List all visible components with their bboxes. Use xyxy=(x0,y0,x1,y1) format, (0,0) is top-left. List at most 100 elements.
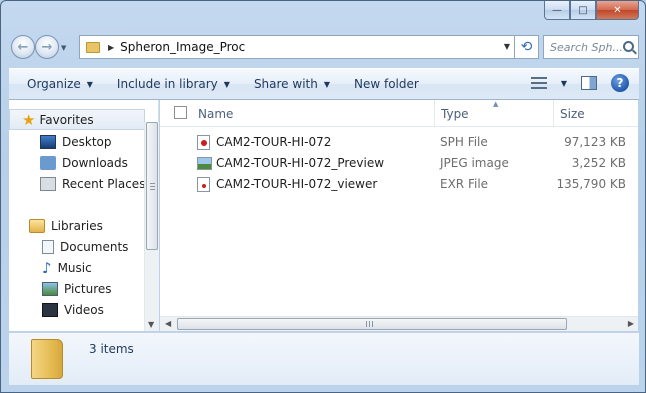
table-row[interactable]: CAM2-TOUR-HI-072_Preview JPEG image 3,25… xyxy=(160,153,638,174)
scroll-down-arrow-icon[interactable]: ▼ xyxy=(148,320,154,329)
file-size: 97,123 KB xyxy=(564,135,626,149)
column-header-size[interactable]: Size xyxy=(554,100,638,127)
new-folder-label: New folder xyxy=(354,77,419,91)
share-with-label: Share with xyxy=(253,77,318,91)
folder-icon xyxy=(31,339,63,379)
sidebar-item-label: Libraries xyxy=(51,218,103,233)
search-placeholder: Search Sph... xyxy=(550,40,623,54)
sidebar-item-favorites[interactable]: ★ Favorites xyxy=(9,109,145,130)
sidebar-item-label: Videos xyxy=(64,302,104,317)
include-in-library-label: Include in library xyxy=(116,77,218,91)
desktop-icon xyxy=(40,134,56,149)
minimize-button[interactable]: — xyxy=(544,1,570,20)
folder-icon xyxy=(86,41,100,53)
chevron-down-icon: ▼ xyxy=(323,79,330,89)
sidebar-item-documents[interactable]: Documents xyxy=(42,236,128,257)
sidebar-item-desktop[interactable]: Desktop xyxy=(40,131,112,152)
column-header-label: Name xyxy=(198,106,234,121)
sph-file-icon xyxy=(197,135,210,150)
column-header-type[interactable]: Type xyxy=(435,100,554,127)
navigation-pane: ★ Favorites Desktop Downloads Recent Pla… xyxy=(9,100,159,331)
sidebar-item-label: Documents xyxy=(60,239,129,254)
sidebar-item-music[interactable]: ♪ Music xyxy=(42,257,92,278)
pictures-icon xyxy=(42,281,58,296)
file-list: Name ▲ Type Size CAM2-TOUR-HI-072 SPH Fi… xyxy=(160,100,638,331)
file-type: EXR File xyxy=(440,177,489,191)
item-count-status: 3 items xyxy=(89,342,134,356)
jpeg-file-icon xyxy=(197,157,212,170)
chevron-down-icon: ▼ xyxy=(86,79,93,89)
sidebar-item-recent-places[interactable]: Recent Places xyxy=(40,173,145,194)
breadcrumb-current-folder[interactable]: Spheron_Image_Proc xyxy=(120,40,245,54)
chevron-down-icon: ▼ xyxy=(223,79,230,89)
file-name: CAM2-TOUR-HI-072_Preview xyxy=(216,156,385,170)
scroll-right-arrow-icon[interactable]: ▶ xyxy=(628,319,634,328)
file-name: CAM2-TOUR-HI-072 xyxy=(216,135,332,149)
sidebar-item-label: Favorites xyxy=(39,112,94,127)
column-header-name[interactable]: Name xyxy=(192,100,435,127)
documents-icon xyxy=(42,239,54,254)
back-arrow-icon: ← xyxy=(17,39,29,55)
table-row[interactable]: CAM2-TOUR-HI-072_viewer EXR File 135,790… xyxy=(160,174,638,195)
recent-places-icon xyxy=(40,176,56,191)
change-view-icon[interactable] xyxy=(530,76,547,90)
refresh-icon: ⟲ xyxy=(520,39,533,55)
maximize-button[interactable]: □ xyxy=(570,1,596,20)
sidebar-item-videos[interactable]: Videos xyxy=(42,299,104,320)
libraries-icon xyxy=(29,218,45,233)
scroll-left-arrow-icon[interactable]: ◀ xyxy=(165,319,171,328)
back-button[interactable]: ← xyxy=(11,35,35,59)
view-options-dropdown-icon[interactable]: ▼ xyxy=(561,79,567,88)
refresh-button[interactable]: ⟲ xyxy=(515,35,539,59)
details-pane: 3 items xyxy=(9,332,639,385)
file-size: 135,790 KB xyxy=(556,177,626,191)
sidebar-item-label: Downloads xyxy=(62,155,128,170)
file-type: JPEG image xyxy=(440,156,509,170)
forward-button[interactable]: → xyxy=(35,35,59,59)
column-header-label: Type xyxy=(441,106,469,121)
new-folder-button[interactable]: New folder xyxy=(344,73,429,95)
sidebar-item-libraries[interactable]: Libraries xyxy=(29,215,103,236)
forward-arrow-icon: → xyxy=(41,39,53,55)
column-header-label: Size xyxy=(560,106,585,121)
share-with-button[interactable]: Share with ▼ xyxy=(244,73,340,95)
column-header-row: Name ▲ Type Size xyxy=(160,100,638,127)
music-note-icon: ♪ xyxy=(42,258,52,277)
command-bar: Organize ▼ Include in library ▼ Share with… xyxy=(9,68,639,100)
caption-buttons: — □ ✕ xyxy=(544,1,639,21)
organize-button[interactable]: Organize ▼ xyxy=(17,73,103,95)
sidebar-item-pictures[interactable]: Pictures xyxy=(42,278,112,299)
file-type: SPH File xyxy=(440,135,488,149)
file-name: CAM2-TOUR-HI-072_viewer xyxy=(216,177,378,191)
search-icon[interactable] xyxy=(623,41,634,52)
table-row[interactable]: CAM2-TOUR-HI-072 SPH File 97,123 KB xyxy=(160,132,638,153)
file-size: 3,252 KB xyxy=(571,156,626,170)
sidebar-item-label: Music xyxy=(57,260,92,275)
address-bar[interactable]: ▶ Spheron_Image_Proc ▼ xyxy=(79,35,515,59)
scrollbar-thumb[interactable] xyxy=(146,122,158,250)
explorer-window: — □ ✕ ← → ▼ ▶ Spheron_Image_Proc ▼ ⟲ Sea… xyxy=(0,0,646,393)
organize-label: Organize xyxy=(27,77,81,91)
breadcrumb-arrow-icon[interactable]: ▶ xyxy=(108,43,114,52)
videos-icon xyxy=(42,302,58,317)
view-controls: ▼ ? xyxy=(530,74,629,92)
exr-file-icon xyxy=(197,177,210,192)
sidebar-item-label: Pictures xyxy=(64,281,112,296)
close-button[interactable]: ✕ xyxy=(596,1,639,20)
search-input[interactable]: Search Sph... xyxy=(543,35,639,59)
select-all-checkbox[interactable] xyxy=(174,106,187,119)
include-in-library-button[interactable]: Include in library ▼ xyxy=(107,73,240,95)
scrollbar-thumb[interactable] xyxy=(177,318,567,330)
address-dropdown-icon[interactable]: ▼ xyxy=(504,42,510,51)
sidebar-item-downloads[interactable]: Downloads xyxy=(40,152,128,173)
preview-pane-icon[interactable] xyxy=(581,76,597,90)
recent-pages-dropdown-icon[interactable]: ▼ xyxy=(61,44,66,52)
star-icon: ★ xyxy=(22,110,36,129)
address-row: ← → ▼ ▶ Spheron_Image_Proc ▼ ⟲ Search Sp… xyxy=(11,34,639,60)
file-list-horizontal-scrollbar[interactable]: ◀ ▶ xyxy=(160,316,638,331)
sidebar-item-label: Desktop xyxy=(62,134,112,149)
nav-pane-scrollbar[interactable]: ▼ xyxy=(144,122,159,331)
downloads-icon xyxy=(40,155,56,170)
sidebar-item-label: Recent Places xyxy=(62,176,146,191)
help-icon[interactable]: ? xyxy=(611,74,629,92)
